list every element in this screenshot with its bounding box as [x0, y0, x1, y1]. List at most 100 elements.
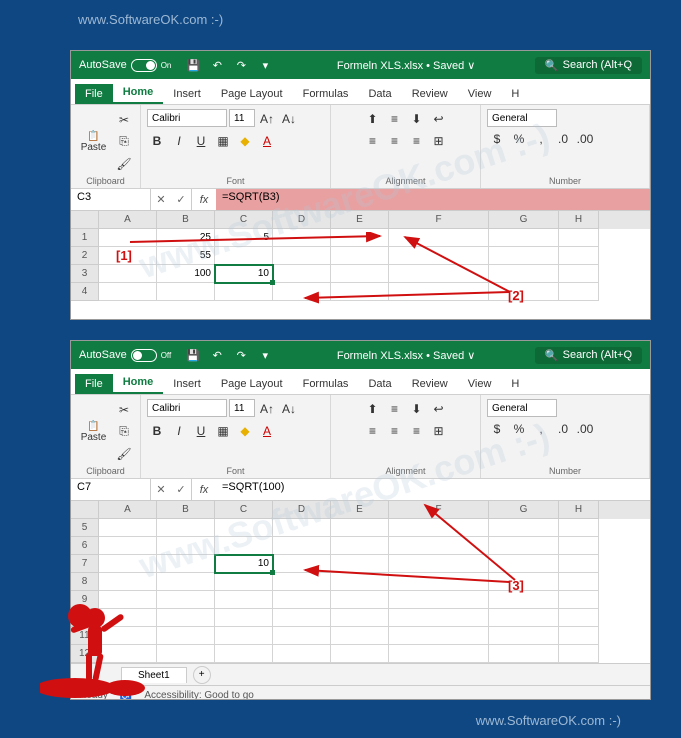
- formula-input[interactable]: =SQRT(B3): [216, 189, 650, 210]
- paste-button[interactable]: 📋 Paste: [77, 117, 110, 167]
- name-box[interactable]: C7: [71, 479, 151, 500]
- col-header[interactable]: D: [273, 501, 331, 519]
- row-header[interactable]: 3: [71, 265, 99, 283]
- row-header[interactable]: 4: [71, 283, 99, 301]
- comma-icon[interactable]: ,: [531, 129, 551, 149]
- cell[interactable]: [215, 537, 273, 555]
- font-color-icon[interactable]: A: [257, 131, 277, 151]
- wrap-text-icon[interactable]: ↩: [429, 399, 449, 419]
- tab-formulas[interactable]: Formulas: [293, 84, 359, 104]
- tab-view[interactable]: View: [458, 374, 502, 394]
- cell[interactable]: [273, 265, 331, 283]
- cell[interactable]: [331, 265, 389, 283]
- cell[interactable]: [559, 247, 599, 265]
- copy-icon[interactable]: ⎘: [114, 132, 134, 152]
- col-header[interactable]: B: [157, 501, 215, 519]
- decrease-decimal-icon[interactable]: .00: [575, 419, 595, 439]
- cell[interactable]: [273, 555, 331, 573]
- add-sheet-button[interactable]: +: [193, 666, 211, 684]
- bold-button[interactable]: B: [147, 131, 167, 151]
- row-header[interactable]: 2: [71, 247, 99, 265]
- cell[interactable]: [489, 645, 559, 663]
- cell[interactable]: [273, 519, 331, 537]
- cell[interactable]: [489, 247, 559, 265]
- col-header[interactable]: F: [389, 501, 489, 519]
- cell[interactable]: [99, 537, 157, 555]
- undo-icon[interactable]: ↶: [208, 346, 226, 364]
- dropdown-icon[interactable]: ▾: [256, 346, 274, 364]
- cell[interactable]: [99, 229, 157, 247]
- cell[interactable]: [99, 265, 157, 283]
- search-box[interactable]: 🔍 Search (Alt+Q: [535, 347, 642, 364]
- row-header[interactable]: 6: [71, 537, 99, 555]
- cell[interactable]: [389, 627, 489, 645]
- col-header[interactable]: H: [559, 501, 599, 519]
- currency-icon[interactable]: $: [487, 129, 507, 149]
- tab-formulas[interactable]: Formulas: [293, 374, 359, 394]
- currency-icon[interactable]: $: [487, 419, 507, 439]
- tab-data[interactable]: Data: [358, 374, 401, 394]
- underline-button[interactable]: U: [191, 131, 211, 151]
- col-header[interactable]: B: [157, 211, 215, 229]
- cell[interactable]: [273, 591, 331, 609]
- cell[interactable]: [389, 265, 489, 283]
- cell[interactable]: [489, 627, 559, 645]
- select-all-corner[interactable]: [71, 211, 99, 229]
- merge-icon[interactable]: ⊞: [429, 421, 449, 441]
- cut-icon[interactable]: ✂: [114, 400, 134, 420]
- cell[interactable]: [489, 265, 559, 283]
- cell[interactable]: [157, 609, 215, 627]
- tab-page-layout[interactable]: Page Layout: [211, 374, 293, 394]
- cell[interactable]: 5: [215, 229, 273, 247]
- cell[interactable]: [273, 229, 331, 247]
- cell[interactable]: [99, 555, 157, 573]
- row-header[interactable]: 7: [71, 555, 99, 573]
- format-painter-icon[interactable]: 🖌: [114, 154, 134, 174]
- cell[interactable]: [389, 645, 489, 663]
- increase-decimal-icon[interactable]: .0: [553, 419, 573, 439]
- col-header[interactable]: C: [215, 501, 273, 519]
- row-header[interactable]: 1: [71, 229, 99, 247]
- cell[interactable]: [559, 591, 599, 609]
- cell[interactable]: 25: [157, 229, 215, 247]
- cell[interactable]: [489, 229, 559, 247]
- cell[interactable]: [489, 591, 559, 609]
- cell[interactable]: [273, 645, 331, 663]
- tab-more[interactable]: H: [501, 84, 529, 104]
- cell[interactable]: [273, 609, 331, 627]
- tab-insert[interactable]: Insert: [163, 84, 211, 104]
- cell[interactable]: [331, 537, 389, 555]
- tab-home[interactable]: Home: [113, 372, 164, 394]
- fx-icon[interactable]: fx: [192, 189, 216, 210]
- increase-font-icon[interactable]: A↑: [257, 399, 277, 419]
- col-header[interactable]: F: [389, 211, 489, 229]
- cell[interactable]: [215, 283, 273, 301]
- redo-icon[interactable]: ↷: [232, 346, 250, 364]
- cell[interactable]: [389, 591, 489, 609]
- cell[interactable]: [331, 247, 389, 265]
- cell[interactable]: [559, 555, 599, 573]
- cell[interactable]: [157, 573, 215, 591]
- fx-icon[interactable]: fx: [192, 479, 216, 500]
- cancel-icon[interactable]: ✕: [151, 479, 171, 500]
- align-left-icon[interactable]: ≡: [363, 421, 383, 441]
- redo-icon[interactable]: ↷: [232, 56, 250, 74]
- tab-page-layout[interactable]: Page Layout: [211, 84, 293, 104]
- wrap-text-icon[interactable]: ↩: [429, 109, 449, 129]
- formula-input[interactable]: =SQRT(100): [216, 479, 650, 500]
- format-painter-icon[interactable]: 🖌: [114, 444, 134, 464]
- col-header[interactable]: E: [331, 211, 389, 229]
- align-top-icon[interactable]: ⬆: [363, 399, 383, 419]
- col-header[interactable]: A: [99, 501, 157, 519]
- cell[interactable]: [389, 555, 489, 573]
- decrease-font-icon[interactable]: A↓: [279, 109, 299, 129]
- increase-decimal-icon[interactable]: .0: [553, 129, 573, 149]
- cell[interactable]: [157, 537, 215, 555]
- cell[interactable]: [559, 627, 599, 645]
- cell[interactable]: [389, 229, 489, 247]
- cell[interactable]: [389, 537, 489, 555]
- cell[interactable]: [559, 573, 599, 591]
- tab-view[interactable]: View: [458, 84, 502, 104]
- enter-icon[interactable]: ✓: [171, 189, 191, 210]
- col-header[interactable]: G: [489, 211, 559, 229]
